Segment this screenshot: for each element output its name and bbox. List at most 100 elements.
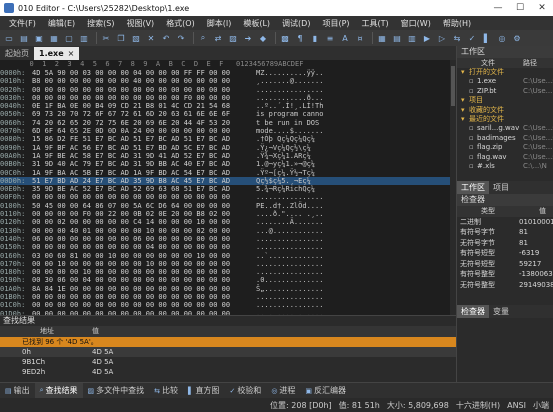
hex-row[interactable]: 0030h: 00 00 00 00 00 00 00 00 00 00 00 0… <box>0 94 456 102</box>
row-ascii[interactable]: ¸.......@....... <box>256 77 323 85</box>
row-ascii[interactable]: .Ÿº¬[ç¼­.Ÿ½¬Tç¼­ <box>256 169 315 177</box>
checksum-icon[interactable]: ✓ <box>466 32 478 44</box>
row-hex-bytes[interactable]: 00 00 00 00 10 00 00 00 00 00 00 00 00 0… <box>32 268 230 276</box>
row-ascii[interactable]: 5.¾¬Rç¼­RichQç¼­ <box>256 185 315 193</box>
row-ascii[interactable]: .0.............. <box>256 276 323 284</box>
encoding-icon[interactable]: ¤ <box>354 32 366 44</box>
tab-project[interactable]: 项目 <box>489 181 513 194</box>
hex-row[interactable]: 00E0h: 35 9D BE AC 52 E7 BC AD 52 69 63 6… <box>0 185 456 193</box>
run-template-icon[interactable]: ▶ <box>421 32 433 44</box>
hex-row[interactable]: 0090h: 1A 9F BF AC 56 E7 BC AD 51 E7 BD A… <box>0 144 456 152</box>
row-ascii[interactable]: is program canno <box>256 110 323 118</box>
row-hex-bytes[interactable]: 00 00 00 40 01 00 00 00 00 10 00 00 00 0… <box>32 227 230 235</box>
row-hex-bytes[interactable]: 74 20 62 65 20 72 75 6E 20 69 6E 20 44 4… <box>32 119 230 127</box>
save-icon[interactable]: ▣ <box>33 32 45 44</box>
row-hex-bytes[interactable]: B8 00 00 00 00 00 00 00 40 00 00 00 00 0… <box>32 77 230 85</box>
tree-file[interactable]: ▫1.exe C:\Use...sk <box>457 77 553 86</box>
row-hex-bytes[interactable]: 00 30 06 00 04 00 00 00 00 00 00 00 00 0… <box>32 276 230 284</box>
save-all-icon[interactable]: ▦ <box>48 32 60 44</box>
tree-folder[interactable]: ▾ 打开的文件 <box>457 68 553 77</box>
inspector-row[interactable]: 有符号字节 81 <box>457 227 553 238</box>
new-file-icon[interactable]: ▭ <box>3 32 15 44</box>
tab-workspace[interactable]: 工作区 <box>457 181 489 194</box>
bookmark-icon[interactable]: ◆ <box>257 32 269 44</box>
hex-row[interactable]: 0130h: 00 00 00 40 01 00 00 00 00 10 00 0… <box>0 227 456 235</box>
tab-find-in-files[interactable]: ▨ 多文件中查找 <box>83 383 150 399</box>
inspector-value[interactable]: 59217 <box>519 259 541 270</box>
row-hex-bytes[interactable]: 00 00 10 00 00 00 00 00 00 10 00 00 00 0… <box>32 260 230 268</box>
hex-row[interactable]: 0040h: 0E 1F BA 0E 00 B4 09 CD 21 B8 01 4… <box>0 102 456 110</box>
row-hex-bytes[interactable]: 0E 1F BA 0E 00 B4 09 CD 21 B8 01 4C CD 2… <box>32 102 230 110</box>
close-tab-icon[interactable]: × <box>68 49 75 58</box>
row-hex-bytes[interactable]: 6D 6F 64 65 2E 0D 0D 0A 24 00 00 00 00 0… <box>32 127 230 135</box>
hex-row[interactable]: 00B0h: 31 9D 40 AC 79 E7 BC AD 31 9D BB A… <box>0 160 456 168</box>
row-hex-bytes[interactable]: 1A 9F BF AC 56 E7 BC AD 51 E7 BD AD 5C E… <box>32 144 230 152</box>
hex-row[interactable]: 01B0h: 00 00 00 00 00 00 00 00 00 00 00 0… <box>0 293 456 301</box>
tab-file-1-exe[interactable]: 1.exe × <box>34 47 80 60</box>
column-header-value[interactable]: 值 <box>92 326 99 337</box>
row-hex-bytes[interactable]: 00 00 00 00 F0 00 22 00 0B 02 0E 20 00 B… <box>32 210 230 218</box>
hex-row[interactable]: 01C0h: 00 00 00 00 00 00 00 00 00 00 00 0… <box>0 301 456 309</box>
compare-icon[interactable]: ⇆ <box>451 32 463 44</box>
row-hex-bytes[interactable]: 00 00 00 00 00 00 00 00 00 00 00 00 00 0… <box>32 301 230 309</box>
table-row[interactable]: 9B1Ch 4D 5A <box>0 357 456 367</box>
row-hex-bytes[interactable]: 03 00 60 81 00 00 10 00 00 00 00 00 00 1… <box>32 252 230 260</box>
table-row[interactable]: 0h 4D 5A <box>0 347 456 357</box>
hex-row[interactable]: 0110h: 00 00 00 00 F0 00 22 00 0B 02 0E 2… <box>0 210 456 218</box>
tab-variables[interactable]: 变量 <box>489 305 513 318</box>
column-header-address[interactable]: 地址 <box>40 326 54 337</box>
row-ascii[interactable]: PE..d†..ZlÖd.... <box>256 202 323 210</box>
process-icon[interactable]: ◎ <box>496 32 508 44</box>
hex-row[interactable]: 0050h: 69 73 20 70 72 6F 67 72 61 6D 20 6… <box>0 110 456 118</box>
hex-row[interactable]: 0190h: 00 30 06 00 04 00 00 00 00 00 00 0… <box>0 276 456 284</box>
hex-row[interactable]: 0100h: 50 45 00 00 64 86 07 00 5A 6C D6 6… <box>0 202 456 210</box>
row-ascii[interactable]: .†Òþ Qç¼­Qç¼­Qç¼­ <box>256 135 315 143</box>
inspector-value[interactable]: 01010001 <box>519 217 553 228</box>
delete-icon[interactable]: ✕ <box>145 32 157 44</box>
menu-window[interactable]: 窗口(W) <box>395 18 437 29</box>
row-ascii[interactable]: .Ÿ¿¬Vç¼­Qç½­\ç¼­ <box>256 144 311 152</box>
tab-start-page[interactable]: 起始页 <box>0 47 34 60</box>
hex-row[interactable]: 0000h: 4D 5A 90 00 03 00 00 00 04 00 00 0… <box>0 69 456 77</box>
row-hex-bytes[interactable]: 31 9D 40 AC 79 E7 BC AD 31 9D BB AC 40 E… <box>32 160 230 168</box>
row-ascii[interactable]: ................ <box>256 268 323 276</box>
tree-folder[interactable]: ▾ 项目 <box>457 96 553 105</box>
hex-row[interactable]: 0070h: 6D 6F 64 65 2E 0D 0D 0A 24 00 00 0… <box>0 127 456 135</box>
menu-file[interactable]: 文件(F) <box>3 18 42 29</box>
hex-row[interactable]: 0020h: 00 00 00 00 00 00 00 00 00 00 00 0… <box>0 86 456 94</box>
column-header-file[interactable]: 文件 <box>481 58 495 68</box>
print-icon[interactable]: ▥ <box>78 32 90 44</box>
inspector-row[interactable]: 无符号短型 59217 <box>457 259 553 270</box>
inspector-value[interactable]: -1380063 <box>519 269 553 280</box>
hex-row[interactable]: 0150h: 00 00 00 00 00 00 00 00 00 04 00 0… <box>0 243 456 251</box>
goto-icon[interactable]: ➔ <box>242 32 254 44</box>
inspector-row[interactable]: 有符号短型 -6319 <box>457 248 553 259</box>
hex-row[interactable]: 0060h: 74 20 62 65 20 72 75 6E 20 69 6E 2… <box>0 119 456 127</box>
tab-process[interactable]: ◎ 进程 <box>266 383 300 399</box>
find-in-files-icon[interactable]: ▨ <box>227 32 239 44</box>
row-hex-bytes[interactable]: 15 86 D2 FE 51 E7 BC AD 51 E7 BC AD 51 E… <box>32 135 230 143</box>
font-icon[interactable]: A <box>339 32 351 44</box>
hex-row[interactable]: 0140h: 06 00 00 00 00 00 00 00 06 00 00 0… <box>0 235 456 243</box>
hex-editor[interactable]: 0 1 2 3 4 5 6 7 8 9 A B C D E F 01234567… <box>0 60 456 315</box>
row-hex-bytes[interactable]: 00 00 02 00 00 00 00 00 C4 14 00 00 00 1… <box>32 218 230 226</box>
menu-debug[interactable]: 调试(D) <box>276 18 316 29</box>
tab-compare[interactable]: ⇆ 比较 <box>149 383 183 399</box>
calculator-icon[interactable]: ▦ <box>376 32 388 44</box>
tree-file[interactable]: ▫ #.xls C:\...\N <box>457 162 553 171</box>
row-ascii[interactable]: ................ <box>256 301 323 309</box>
tree-file[interactable]: ▫badimages C:\Use...sk <box>457 134 553 143</box>
row-ascii[interactable]: MZ..........ÿÿ.. <box>256 69 323 77</box>
inspector-value[interactable]: 81 <box>519 227 528 238</box>
row-ascii[interactable]: 1.@¬yç¼­1.»¬@ç¼­ <box>256 160 315 168</box>
row-ascii[interactable]: Š„.............. <box>256 285 323 293</box>
inspector-row[interactable]: 无符号字节 81 <box>457 238 553 249</box>
tree-file[interactable]: ▫flag.wav C:\Use...sk <box>457 153 553 162</box>
maximize-button[interactable]: ☐ <box>509 3 531 13</box>
inspector-value[interactable]: -6319 <box>519 248 539 259</box>
hex-row[interactable]: 00D0h: 51 E7 BD AD 24 E7 BC AD 35 9D B8 A… <box>0 176 456 186</box>
inspector-row[interactable]: 有符号整型 -1380063 <box>457 269 553 280</box>
hex-row[interactable]: 00C0h: 1A 9F BA AC 5B E7 BC AD 1A 9F BD A… <box>0 169 456 177</box>
settings-icon[interactable]: ⚙ <box>511 32 523 44</box>
menu-tools[interactable]: 工具(T) <box>356 18 395 29</box>
